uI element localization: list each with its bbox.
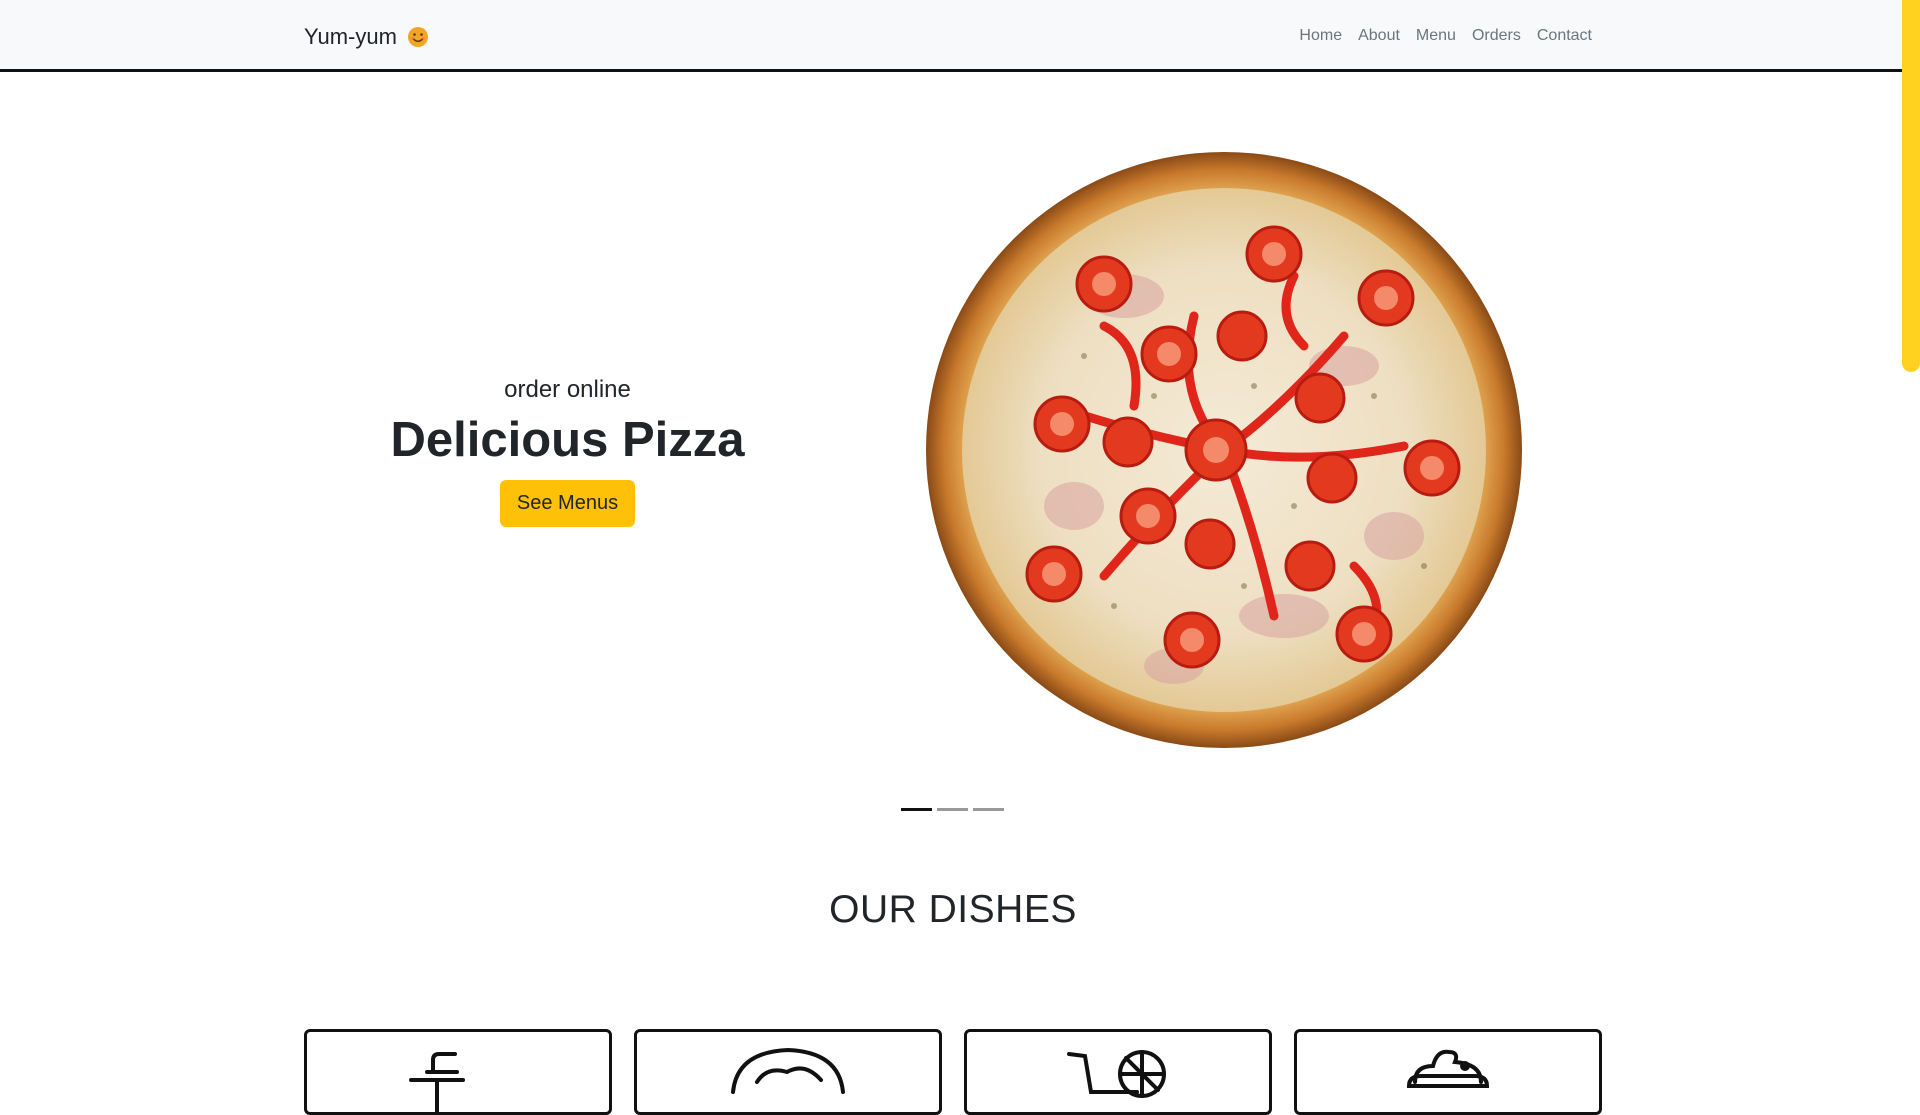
- hero-kicker: order online: [504, 376, 631, 403]
- carousel-indicators: [901, 808, 1004, 811]
- dish-card-salad[interactable]: [634, 1029, 942, 1115]
- see-menus-button[interactable]: See Menus: [499, 480, 636, 527]
- brand-name: Yum-yum: [304, 24, 397, 49]
- scrollbar-thumb[interactable]: [1902, 0, 1920, 372]
- juice-cart-icon: [1067, 1050, 1166, 1098]
- brand-link[interactable]: Yum-yum: [304, 24, 429, 50]
- pizza-image: [926, 152, 1522, 748]
- nav-link-orders[interactable]: Orders: [1472, 27, 1521, 45]
- navbar: Yum-yum Home About Menu Orders Contact: [0, 0, 1902, 72]
- dish-card-juice[interactable]: [964, 1029, 1272, 1115]
- smiley-emoji-icon: [407, 27, 428, 47]
- dessert-icon: [1406, 1049, 1490, 1088]
- carousel-indicator-2[interactable]: [937, 808, 968, 811]
- nav-link-contact[interactable]: Contact: [1537, 27, 1592, 45]
- carousel-indicator-1[interactable]: [901, 808, 932, 811]
- nav-link-menu[interactable]: Menu: [1416, 27, 1456, 45]
- drink-cup-icon: [409, 1052, 465, 1112]
- nav-link-home[interactable]: Home: [1299, 27, 1342, 45]
- dish-card-dessert[interactable]: [1294, 1029, 1602, 1115]
- section-title-dishes: OUR DISHES: [829, 888, 1077, 931]
- nav-links: Home About Menu Orders Contact: [1299, 27, 1592, 45]
- hero-title: Delicious Pizza: [390, 413, 745, 467]
- salad-bowl-icon: [731, 1047, 845, 1094]
- dish-card-drink[interactable]: [304, 1029, 612, 1115]
- nav-link-about[interactable]: About: [1358, 27, 1400, 45]
- hero-caption: order online Delicious Pizza See Menus: [380, 376, 755, 527]
- carousel-indicator-3[interactable]: [973, 808, 1004, 811]
